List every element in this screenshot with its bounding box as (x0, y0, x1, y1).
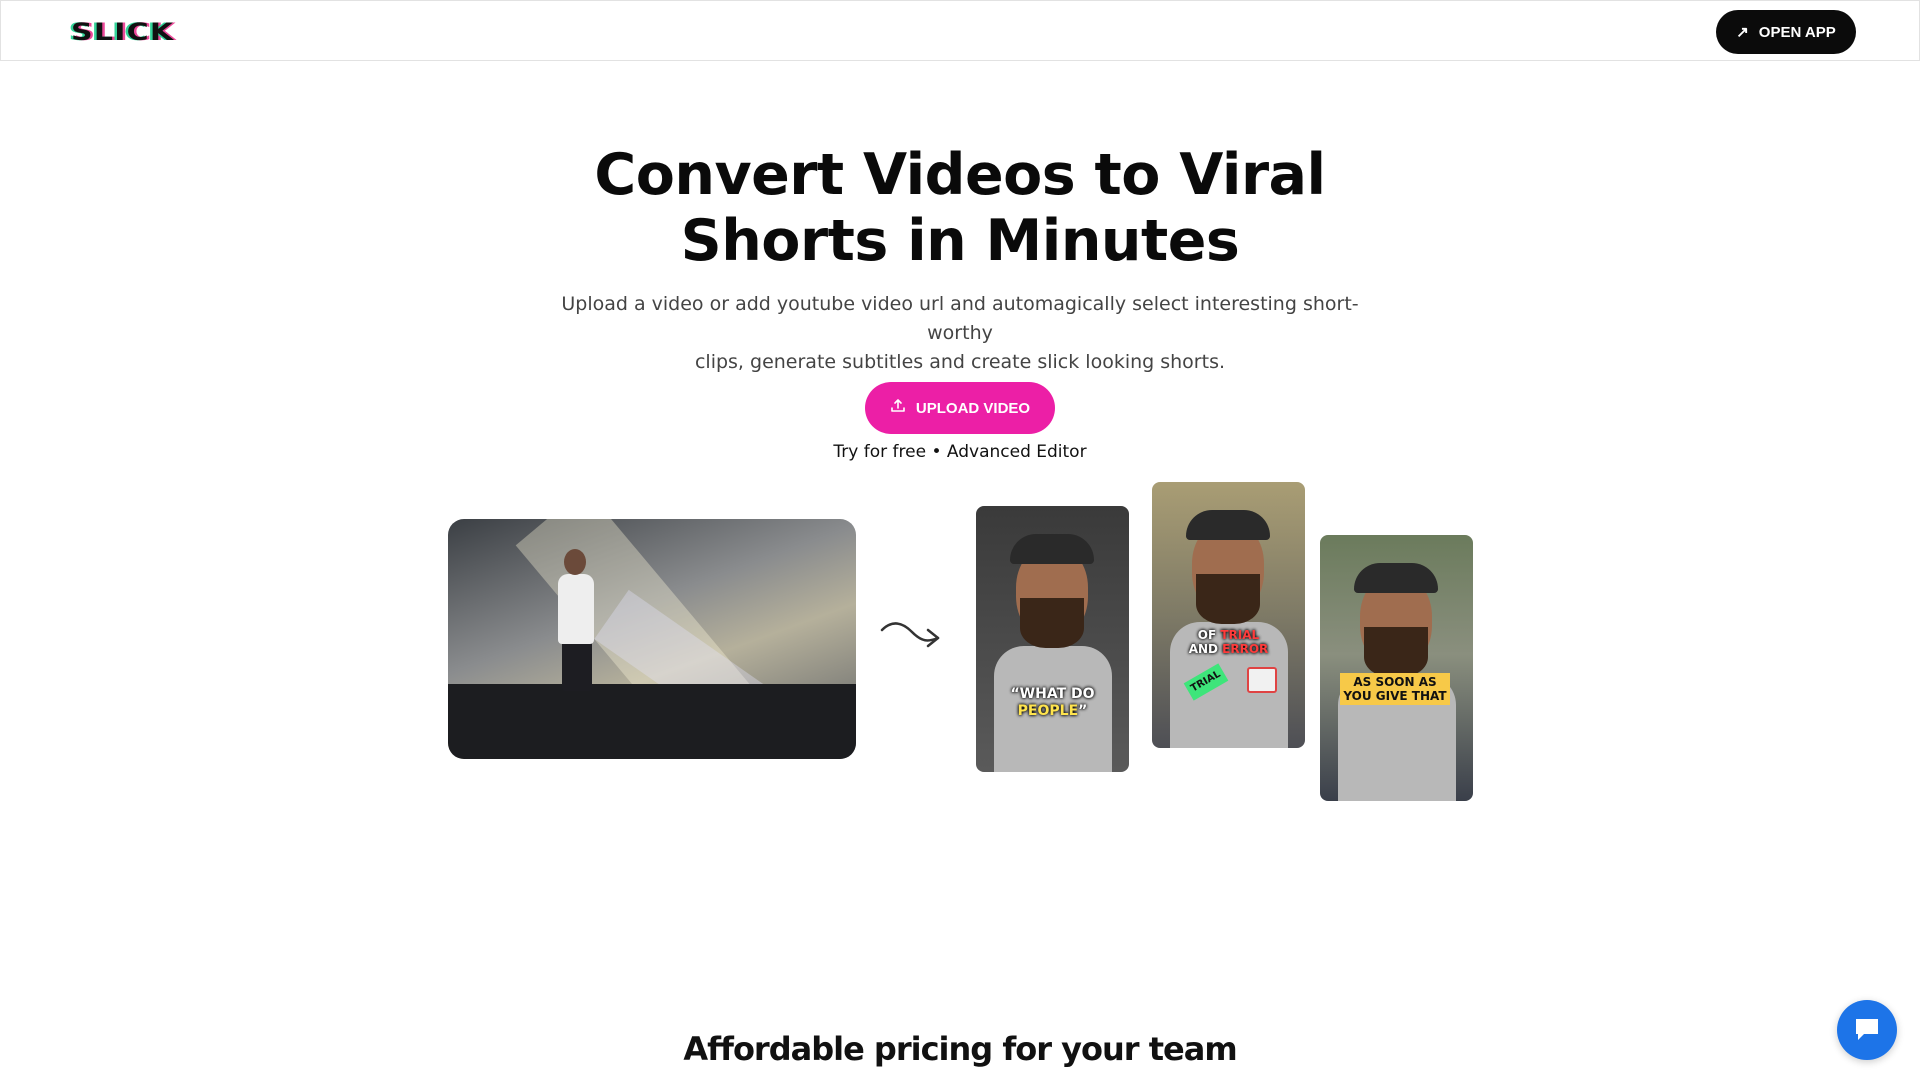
upload-video-label: UPLOAD VIDEO (915, 399, 1031, 417)
person-figure (562, 641, 592, 691)
stage-floor (448, 684, 856, 759)
separator-dot: • (926, 442, 947, 462)
source-video-thumbnail (448, 519, 856, 759)
caption-text: AND (1188, 642, 1218, 656)
caption-text: OF (1197, 628, 1217, 642)
hero-title-line-1: Convert Videos to Viral (594, 142, 1326, 208)
beard-shape (1196, 574, 1260, 624)
advanced-editor-link[interactable]: Advanced Editor (947, 442, 1087, 462)
short-thumbnail-3: AS SOON AS YOU GIVE THAT (1320, 535, 1473, 801)
open-app-label: OPEN APP (1758, 23, 1836, 41)
short-thumbnail-1: “WHAT DO PEOPLE” (976, 506, 1129, 772)
caption-red: ERROR (1222, 642, 1269, 656)
hero-title-line-2: Shorts in Minutes (680, 208, 1240, 274)
cap-shape (1010, 534, 1094, 564)
squiggle-arrow-icon (880, 622, 940, 648)
beard-shape (1020, 598, 1084, 648)
pricing-title: Affordable pricing for your team (683, 1030, 1237, 1068)
hero-subtitle-line-1: Upload a video or add youtube video url … (561, 293, 1359, 344)
beard-shape (1364, 627, 1428, 677)
upload-video-button[interactable]: UPLOAD VIDEO (865, 382, 1055, 434)
short-caption: OF TRIAL AND ERROR (1152, 628, 1305, 656)
short-caption-box: AS SOON AS YOU GIVE THAT (1340, 673, 1450, 705)
caption-text: YOU GIVE THAT (1343, 689, 1447, 703)
person-figure (564, 549, 586, 575)
chat-button[interactable] (1837, 1000, 1897, 1060)
try-free-line: Try for free • Advanced Editor (760, 442, 1160, 462)
chat-bubble-icon (1852, 1014, 1882, 1047)
site-header: SLICK ↗ OPEN APP (0, 0, 1920, 61)
caption-highlight: PEOPLE (1017, 703, 1079, 719)
upload-icon (890, 398, 906, 418)
open-app-button[interactable]: ↗ OPEN APP (1716, 10, 1856, 54)
cap-shape (1186, 510, 1270, 540)
short-thumbnail-2: OF TRIAL AND ERROR TRIAL (1152, 482, 1305, 748)
monitor-icon (1247, 667, 1277, 693)
hero-title: Convert Videos to Viral Shorts in Minute… (460, 142, 1460, 274)
logo[interactable]: SLICK (71, 18, 174, 46)
caption-quote-end: ” (1078, 703, 1088, 719)
short-caption: “WHAT DO PEOPLE” (976, 686, 1129, 720)
person-figure (558, 574, 594, 644)
arrow-up-right-icon: ↗ (1736, 23, 1749, 41)
try-for-free-link[interactable]: Try for free (833, 442, 926, 462)
caption-text: AS SOON AS (1353, 675, 1437, 689)
caption-text: “WHAT DO (1010, 686, 1095, 702)
cap-shape (1354, 563, 1438, 593)
caption-red: TRIAL (1220, 628, 1260, 642)
hero-subtitle: Upload a video or add youtube video url … (540, 290, 1380, 377)
hero-subtitle-line-2: clips, generate subtitles and create sli… (694, 351, 1226, 373)
